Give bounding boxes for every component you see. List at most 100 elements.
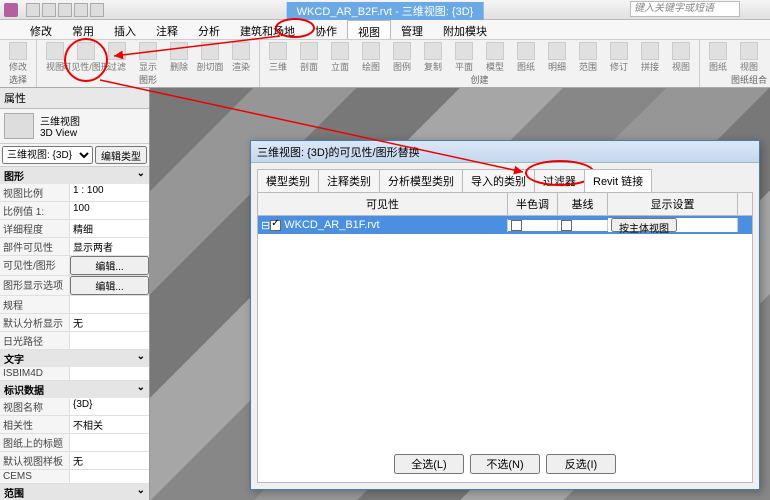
prop-key: ISBIM4D (0, 367, 70, 380)
ribbon-剖面[interactable]: 剖面 (295, 42, 323, 73)
prop-section-标识数据[interactable]: 标识数据⌄ (0, 381, 149, 398)
prop-value[interactable]: 1 : 100 (70, 184, 149, 201)
prop-key: CEMS (0, 470, 70, 483)
ribbon-可见性/图形[interactable]: 可见性/图形 (72, 42, 100, 73)
visibility-graphics-dialog: 三维视图: {3D}的可见性/图形替换 模型类别注释类别分析模型类别导入的类别过… (250, 140, 760, 490)
prop-value[interactable] (70, 296, 149, 313)
prop-value[interactable]: 100 (70, 202, 149, 219)
qat-undo-icon[interactable] (58, 3, 72, 17)
prop-key: 图纸上的标题 (0, 434, 70, 451)
footer-btn[interactable]: 不选(N) (470, 454, 540, 474)
display-settings-button[interactable]: 按主体视图 (611, 218, 677, 232)
prop-value[interactable]: 编辑... (70, 276, 149, 295)
prop-row: 默认分析显示无 (0, 314, 149, 332)
menu-附加模块[interactable]: 附加模块 (433, 20, 497, 39)
prop-value[interactable] (70, 434, 149, 451)
menu-插入[interactable]: 插入 (104, 20, 146, 39)
ribbon-修改[interactable]: 修改 (4, 42, 32, 73)
dialog-tab-4[interactable]: 过滤器 (534, 169, 585, 192)
prop-value[interactable]: {3D} (70, 398, 149, 415)
prop-value[interactable]: 显示两者 (70, 238, 149, 255)
col-可见性: 可见性 (258, 193, 508, 215)
ribbon-渲染[interactable]: 渲染 (227, 42, 255, 73)
ribbon-视图[interactable]: 视图 (667, 42, 695, 73)
view-selector[interactable]: 三维视图: {3D} (2, 146, 93, 164)
dialog-tab-0[interactable]: 模型类别 (257, 169, 319, 192)
ribbon-删除[interactable]: 删除 (165, 42, 193, 73)
prop-value[interactable]: 不相关 (70, 416, 149, 433)
ribbon-模型[interactable]: 模型 (481, 42, 509, 73)
visibility-checkbox[interactable] (270, 220, 281, 231)
ribbon-三维[interactable]: 三维 (264, 42, 292, 73)
ribbon-明细[interactable]: 明细 (543, 42, 571, 73)
dialog-tab-5[interactable]: Revit 链接 (584, 169, 652, 192)
menu-修改[interactable]: 修改 (20, 20, 62, 39)
dialog-tabs: 模型类别注释类别分析模型类别导入的类别过滤器Revit 链接 (251, 163, 759, 192)
footer-btn[interactable]: 反选(I) (546, 454, 616, 474)
footer-btn[interactable]: 全选(L) (394, 454, 464, 474)
ribbon-绘图[interactable]: 绘图 (357, 42, 385, 73)
prop-key: 详细程度 (0, 220, 70, 237)
prop-value[interactable]: 无 (70, 452, 149, 469)
properties-panel: 属性 三维视图 3D View 三维视图: {3D} 编辑类型 图形⌄视图比例1… (0, 88, 150, 500)
dialog-tab-1[interactable]: 注释类别 (318, 169, 380, 192)
col-基线: 基线 (558, 193, 608, 215)
menu-视图[interactable]: 视图 (347, 20, 391, 39)
menu-注释[interactable]: 注释 (146, 20, 188, 39)
dialog-tab-3[interactable]: 导入的类别 (462, 169, 535, 192)
search-input[interactable]: 键入关键字或短语 (630, 1, 740, 17)
prop-value[interactable] (70, 332, 149, 349)
ribbon-图纸[interactable]: 图纸 (704, 42, 732, 73)
qat-save-icon[interactable] (42, 3, 56, 17)
prop-row: 详细程度精细 (0, 220, 149, 238)
ribbon-拼接[interactable]: 拼接 (636, 42, 664, 73)
ribbon-显示[interactable]: 显示 (134, 42, 162, 73)
prop-key: 部件可见性 (0, 238, 70, 255)
prop-value[interactable] (70, 470, 149, 483)
menu-分析[interactable]: 分析 (188, 20, 230, 39)
prop-row: 图形显示选项编辑... (0, 276, 149, 296)
ribbon-立面[interactable]: 立面 (326, 42, 354, 73)
ribbon-图纸[interactable]: 图纸 (512, 42, 540, 73)
prop-row: 默认视图样板无 (0, 452, 149, 470)
ribbon-标题[interactable]: 标题 (766, 42, 770, 73)
prop-value[interactable] (70, 367, 149, 380)
prop-row: ISBIM4D (0, 367, 149, 381)
edit-type-button[interactable]: 编辑类型 (95, 146, 147, 164)
underlay-checkbox[interactable] (561, 220, 572, 231)
document-title: WKCD_AR_B2F.rvt - 三维视图: {3D} (287, 2, 484, 20)
prop-row: 可见性/图形编辑... (0, 256, 149, 276)
prop-key: 视图名称 (0, 398, 70, 415)
menu-常用[interactable]: 常用 (62, 20, 104, 39)
prop-row: 视图比例1 : 100 (0, 184, 149, 202)
qat-print-icon[interactable] (90, 3, 104, 17)
col-半色调: 半色调 (508, 193, 558, 215)
dialog-tab-2[interactable]: 分析模型类别 (379, 169, 463, 192)
halftone-checkbox[interactable] (511, 220, 522, 231)
prop-row: CEMS (0, 470, 149, 484)
ribbon-复制[interactable]: 复制 (419, 42, 447, 73)
ribbon-剖切面[interactable]: 剖切面 (196, 42, 224, 73)
ribbon-范围[interactable]: 范围 (574, 42, 602, 73)
qat-redo-icon[interactable] (74, 3, 88, 17)
prop-value[interactable]: 无 (70, 314, 149, 331)
ribbon-视图[interactable]: 视图 (735, 42, 763, 73)
qat-open-icon[interactable] (26, 3, 40, 17)
col-显示设置: 显示设置 (608, 193, 738, 215)
ribbon-过滤[interactable]: 过滤 (103, 42, 131, 73)
ribbon-修订[interactable]: 修订 (605, 42, 633, 73)
menu-协作[interactable]: 协作 (305, 20, 347, 39)
ribbon-平面[interactable]: 平面 (450, 42, 478, 73)
prop-section-文字[interactable]: 文字⌄ (0, 350, 149, 367)
prop-row: 部件可见性显示两者 (0, 238, 149, 256)
menu-建筑和场地[interactable]: 建筑和场地 (230, 20, 305, 39)
prop-value[interactable]: 精细 (70, 220, 149, 237)
link-row[interactable]: ⊟ WKCD_AR_B1F.rvt按主体视图 (258, 216, 752, 234)
ribbon-图例[interactable]: 图例 (388, 42, 416, 73)
menu-管理[interactable]: 管理 (391, 20, 433, 39)
prop-section-图形[interactable]: 图形⌄ (0, 167, 149, 184)
menubar: 修改常用插入注释分析建筑和场地协作视图管理附加模块 (0, 20, 770, 40)
prop-section-范围[interactable]: 范围⌄ (0, 484, 149, 500)
ribbon: 修改选择视图可见性/图形过滤显示删除剖切面渲染图形三维剖面立面绘图图例复制平面模… (0, 40, 770, 88)
prop-value[interactable]: 编辑... (70, 256, 149, 275)
